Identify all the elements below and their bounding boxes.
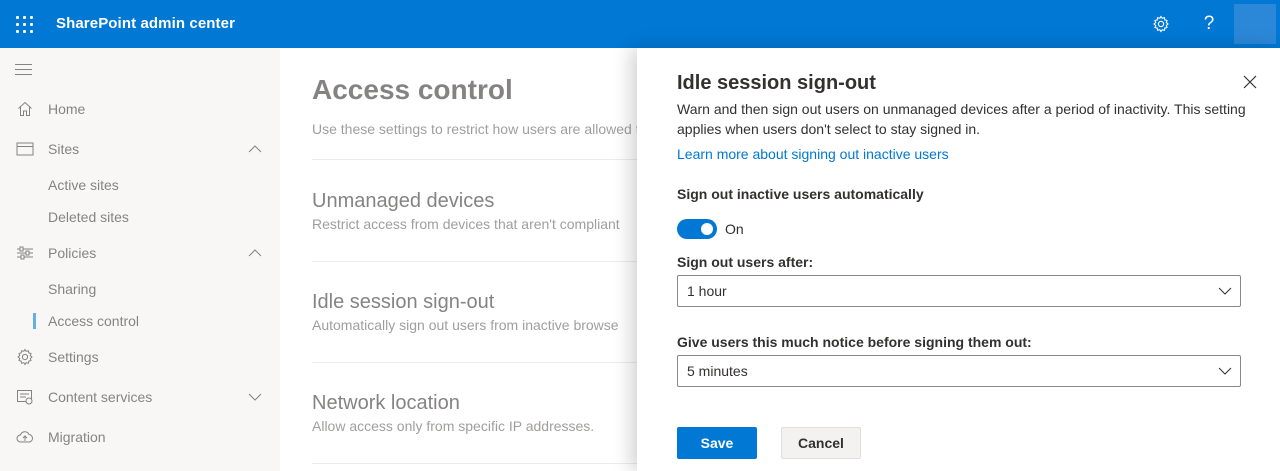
toggle-state: On (725, 221, 744, 237)
sign-out-toggle[interactable] (677, 219, 717, 239)
chevron-down-icon (1218, 367, 1232, 375)
toggle-knob (701, 223, 713, 235)
dropdown-value: 5 minutes (687, 363, 748, 379)
notice-dropdown[interactable]: 5 minutes (677, 355, 1241, 387)
toggle-label: Sign out inactive users automatically (677, 186, 924, 202)
help-icon[interactable]: ? (1197, 12, 1221, 36)
cancel-button[interactable]: Cancel (781, 427, 861, 459)
signout-after-dropdown[interactable]: 1 hour (677, 275, 1241, 307)
signout-after-label: Sign out users after: (677, 254, 814, 270)
top-bar: SharePoint admin center ? (0, 0, 1280, 48)
avatar[interactable] (1234, 4, 1276, 44)
idle-session-panel: Idle session sign-out Warn and then sign… (637, 48, 1280, 471)
dropdown-value: 1 hour (687, 283, 727, 299)
learn-more-link[interactable]: Learn more about signing out inactive us… (677, 146, 949, 162)
panel-title: Idle session sign-out (677, 72, 876, 94)
app-title[interactable]: SharePoint admin center (56, 15, 235, 32)
save-button[interactable]: Save (677, 427, 757, 459)
panel-description: Warn and then sign out users on unmanage… (677, 101, 1246, 137)
close-icon[interactable] (1240, 72, 1260, 92)
chevron-down-icon (1218, 287, 1232, 295)
panel-overlay[interactable] (0, 48, 637, 471)
gear-icon[interactable] (1149, 12, 1173, 36)
waffle-icon[interactable] (14, 14, 34, 34)
notice-label: Give users this much notice before signi… (677, 334, 1032, 350)
